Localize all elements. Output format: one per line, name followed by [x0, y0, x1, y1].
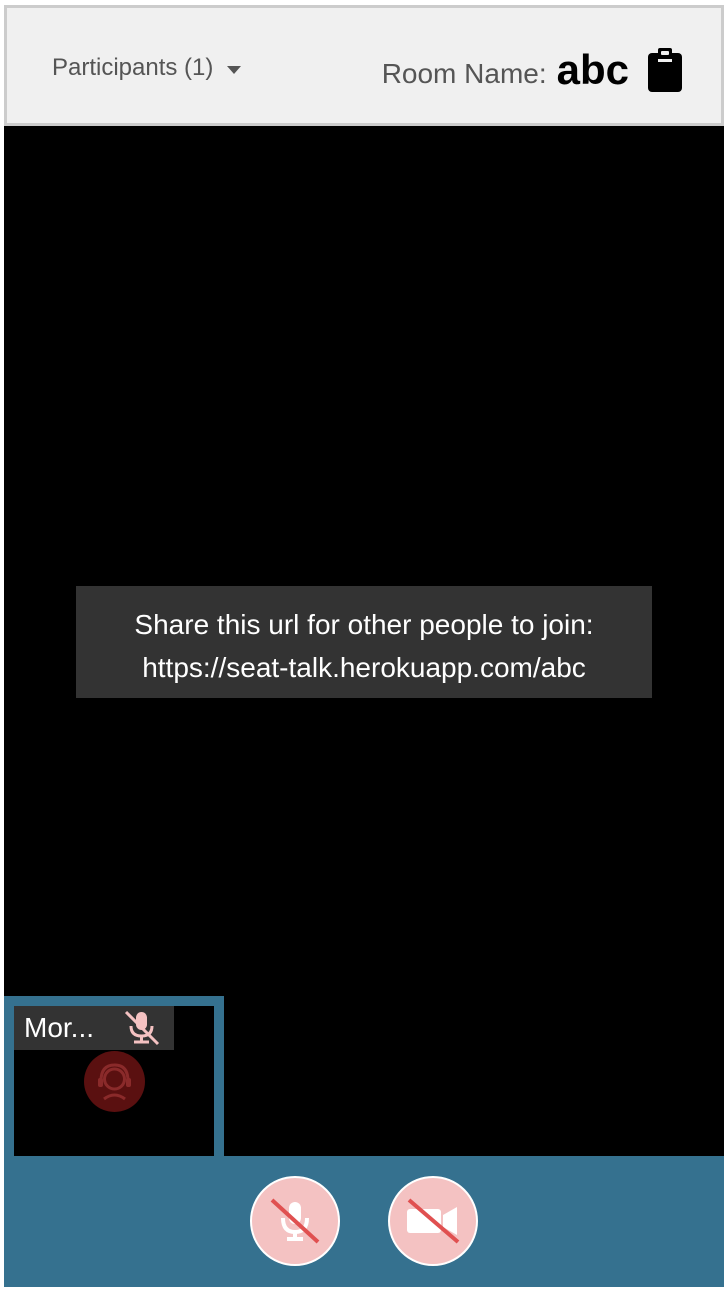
room-name-label: Room Name:: [381, 58, 547, 89]
user-avatar-icon: [84, 1051, 145, 1112]
room-name-value: abc: [556, 46, 629, 93]
caret-down-icon: [227, 65, 242, 74]
share-url-box: Share this url for other people to join:…: [76, 586, 652, 698]
toggle-mic-button[interactable]: [250, 1176, 340, 1266]
participant-name: Mor...: [24, 1012, 95, 1043]
top-bar: Participants (1) Room Name: abc: [4, 5, 724, 126]
clipboard-icon[interactable]: [647, 47, 683, 93]
share-url[interactable]: https://seat-talk.herokuapp.com/abc: [76, 646, 652, 689]
controls-bar: [4, 1156, 724, 1287]
share-instructions: Share this url for other people to join:: [134, 609, 594, 640]
participants-dropdown[interactable]: Participants (1): [52, 54, 242, 82]
mic-off-icon: [270, 1198, 320, 1244]
toggle-camera-button[interactable]: [388, 1176, 478, 1266]
participants-label: Participants (1): [52, 54, 214, 81]
mic-muted-icon: [120, 1008, 164, 1048]
room-info: Room Name: abc: [382, 46, 683, 94]
camera-off-icon: [407, 1198, 460, 1244]
